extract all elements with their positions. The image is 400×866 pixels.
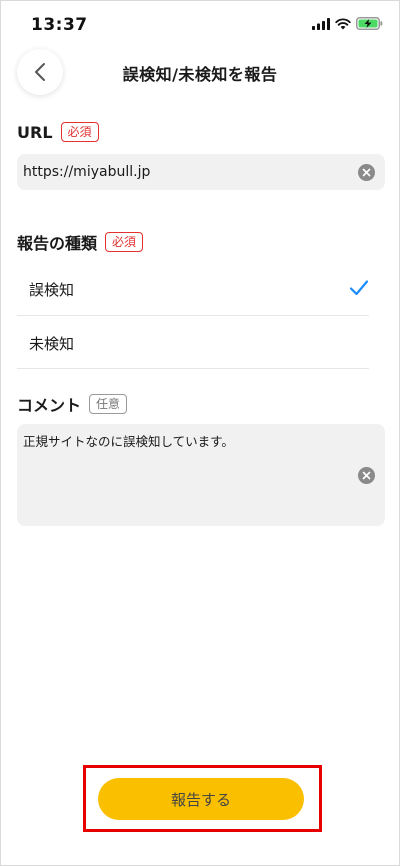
option-false-negative[interactable]: 未検知 (17, 316, 369, 370)
wifi-icon (335, 17, 351, 29)
url-required-badge: 必須 (60, 122, 99, 142)
status-time: 13:37 (31, 15, 88, 35)
url-clear-button[interactable] (358, 163, 375, 181)
comment-box: 正規サイトなのに誤検知しています。 (17, 424, 385, 526)
comment-label-text: コメント (17, 396, 82, 415)
option-false-positive[interactable]: 誤検知 (17, 262, 369, 316)
status-icons (312, 17, 383, 30)
option-label: 誤検知 (29, 280, 75, 299)
status-bar: 13:37 (1, 1, 400, 47)
submit-report-button[interactable]: 報告する (98, 778, 304, 820)
comment-label: コメント 任意 (17, 392, 128, 416)
url-field (17, 154, 385, 190)
option-divider (17, 368, 369, 369)
report-type-required-badge: 必須 (105, 232, 144, 252)
report-type-label: 報告の種類 必須 (17, 230, 144, 254)
comment-textarea[interactable]: 正規サイトなのに誤検知しています。 (23, 431, 353, 511)
cellular-signal-icon (312, 17, 330, 30)
url-input[interactable] (23, 164, 358, 180)
comment-clear-button[interactable] (358, 467, 375, 484)
page-title: 誤検知/未検知を報告 (122, 65, 278, 84)
url-label-text: URL (17, 122, 53, 142)
url-label: URL 必須 (17, 122, 99, 142)
report-type-label-text: 報告の種類 (17, 234, 98, 253)
checkmark-icon (349, 280, 369, 296)
clear-icon (362, 471, 371, 480)
battery-charging-icon (356, 17, 383, 30)
clear-icon (362, 168, 371, 176)
comment-optional-badge: 任意 (89, 394, 128, 414)
app-screen: 13:37 誤検知/未検知を報告 URL 必須 https://miyabull… (0, 0, 400, 866)
option-label: 未検知 (29, 334, 75, 353)
